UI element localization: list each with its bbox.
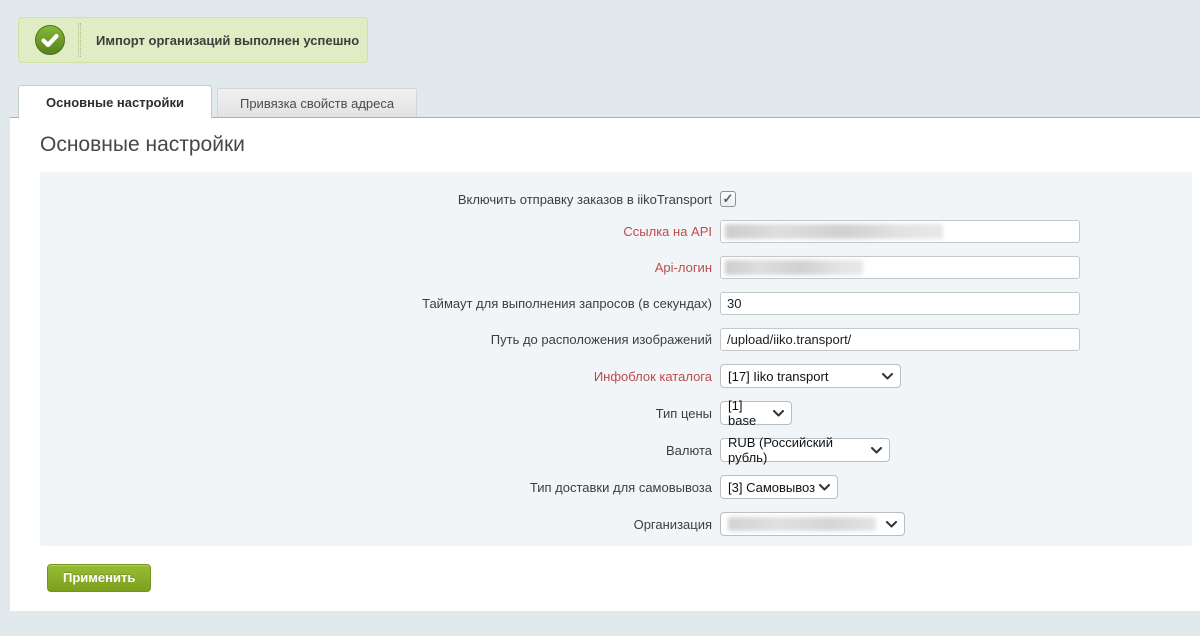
form-row-enable-orders: Включить отправку заказов в iikoTranspor… bbox=[40, 191, 1192, 207]
field-label: Валюта bbox=[40, 443, 720, 458]
selected-value: [3] Самовывоз bbox=[728, 480, 815, 495]
field-label: Тип цены bbox=[40, 406, 720, 421]
field-label: Путь до расположения изображений bbox=[40, 332, 720, 347]
banner-message: Импорт организаций выполнен успешно bbox=[96, 33, 359, 48]
chevron-down-icon bbox=[871, 447, 882, 454]
success-check-icon bbox=[35, 25, 65, 55]
chevron-down-icon bbox=[882, 373, 893, 380]
form-row-price-type: Тип цены [1] base bbox=[40, 401, 1192, 425]
field-label: Ссылка на API bbox=[40, 224, 720, 239]
orders-enabled-checkbox[interactable] bbox=[720, 191, 736, 207]
success-banner: Импорт организаций выполнен успешно bbox=[18, 17, 368, 63]
form-row-api-url: Ссылка на API bbox=[40, 220, 1192, 243]
pickup-delivery-select[interactable]: [3] Самовывоз bbox=[720, 475, 838, 499]
form-row-images-path: Путь до расположения изображений bbox=[40, 328, 1192, 351]
form-actions: Применить bbox=[10, 546, 1200, 592]
selected-value: [17] Iiko transport bbox=[728, 369, 828, 384]
chevron-down-icon bbox=[886, 521, 897, 528]
form-row-timeout: Таймаут для выполнения запросов (в секун… bbox=[40, 292, 1192, 315]
timeout-input[interactable] bbox=[720, 292, 1080, 315]
currency-select[interactable]: RUB (Российский рубль) bbox=[720, 438, 890, 462]
api-url-input[interactable] bbox=[720, 220, 1080, 243]
field-label: Инфоблок каталога bbox=[40, 369, 720, 384]
form-row-organization: Организация bbox=[40, 512, 1192, 536]
field-label: Api-логин bbox=[40, 260, 720, 275]
settings-tabs: Основные настройки Привязка свойств адре… bbox=[18, 84, 1200, 117]
form-row-pickup-delivery: Тип доставки для самовывоза [3] Самовыво… bbox=[40, 475, 1192, 499]
organization-select[interactable] bbox=[720, 512, 905, 536]
settings-form: Включить отправку заказов в iikoTranspor… bbox=[40, 172, 1192, 546]
form-row-api-login: Api-логин bbox=[40, 256, 1192, 279]
redacted-value bbox=[728, 517, 876, 531]
form-row-infoblock: Инфоблок каталога [17] Iiko transport bbox=[40, 364, 1192, 388]
selected-value: [1] base bbox=[728, 398, 773, 428]
price-type-select[interactable]: [1] base bbox=[720, 401, 792, 425]
api-login-input[interactable] bbox=[720, 256, 1080, 279]
field-label: Тип доставки для самовывоза bbox=[40, 480, 720, 495]
selected-value: RUB (Российский рубль) bbox=[728, 435, 871, 465]
chevron-down-icon bbox=[819, 484, 830, 491]
images-path-input[interactable] bbox=[720, 328, 1080, 351]
chevron-down-icon bbox=[773, 410, 784, 417]
main-content: Основные настройки Включить отправку зак… bbox=[10, 117, 1200, 611]
banner-divider bbox=[78, 23, 81, 57]
apply-button[interactable]: Применить bbox=[47, 564, 151, 592]
field-label: Организация bbox=[40, 517, 720, 532]
tab-main-settings[interactable]: Основные настройки bbox=[18, 85, 212, 118]
field-label: Таймаут для выполнения запросов (в секун… bbox=[40, 296, 720, 311]
tab-address-properties[interactable]: Привязка свойств адреса bbox=[217, 88, 417, 117]
infoblock-select[interactable]: [17] Iiko transport bbox=[720, 364, 901, 388]
form-row-currency: Валюта RUB (Российский рубль) bbox=[40, 438, 1192, 462]
page-title: Основные настройки bbox=[10, 118, 1200, 172]
field-label: Включить отправку заказов в iikoTranspor… bbox=[40, 192, 720, 207]
